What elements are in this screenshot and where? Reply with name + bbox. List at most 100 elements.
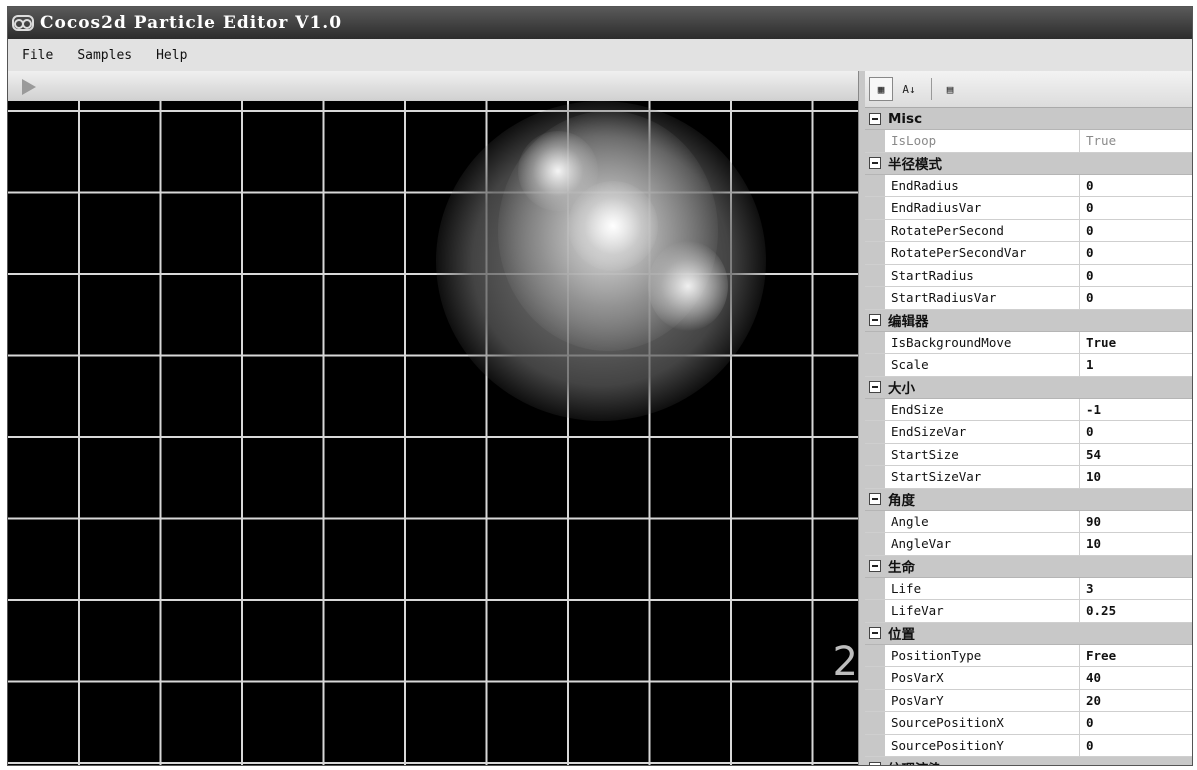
particle-highlight [648,241,728,331]
property-row[interactable]: PosVarY 20 [865,689,1192,712]
collapse-icon[interactable] [869,112,881,125]
row-gutter [865,398,885,420]
property-category[interactable]: 纹理渲染 [865,757,1192,765]
property-category[interactable]: 生命 [865,555,1192,578]
property-value[interactable]: 0 [1080,268,1094,283]
property-name: RotatePerSecond [885,219,1080,241]
category-label: 编辑器 [888,314,929,330]
property-row[interactable]: EndSizeVar 0 [865,421,1192,444]
property-value[interactable]: True [1080,133,1116,148]
property-row[interactable]: EndRadiusVar 0 [865,197,1192,220]
property-row[interactable]: PosVarX 40 [865,667,1192,690]
category-label: 生命 [888,560,915,576]
collapse-icon[interactable] [869,157,881,169]
property-value[interactable]: 10 [1080,536,1101,551]
collapse-icon[interactable] [869,560,881,572]
property-category[interactable]: 编辑器 [865,309,1192,332]
row-gutter [865,734,885,756]
property-name: IsLoop [885,130,1080,152]
property-name: StartRadiusVar [885,287,1080,309]
property-category[interactable]: 角度 [865,488,1192,511]
row-gutter [865,510,885,532]
menu-file[interactable]: File [8,48,63,63]
row-gutter [865,712,885,734]
property-name: AngleVar [885,533,1080,555]
title-bar: Cocos2d Particle Editor V1.0 [8,7,1192,39]
property-value[interactable]: 0 [1080,715,1094,730]
property-value[interactable]: 0 [1080,424,1094,439]
property-category[interactable]: Misc [865,108,1192,130]
property-value[interactable]: 40 [1080,670,1101,685]
property-row[interactable]: StartRadiusVar 0 [865,287,1192,310]
property-row[interactable]: SourcePositionX 0 [865,712,1192,735]
menu-samples[interactable]: Samples [63,48,142,63]
property-name: EndSize [885,398,1080,420]
property-grid-panel: ▦ A↓ ▤ Misc IsLoop True 半径模式 EndRadius 0 EndRa… [865,71,1192,765]
property-row[interactable]: AngleVar 10 [865,533,1192,556]
property-name: SourcePositionY [885,734,1080,756]
property-value[interactable]: 54 [1080,447,1101,462]
play-icon[interactable] [22,79,36,95]
particle-canvas[interactable]: 2 [8,101,858,765]
categorized-icon[interactable]: ▦ [869,77,893,101]
collapse-icon[interactable] [869,627,881,639]
property-name: EndSizeVar [885,421,1080,443]
property-row[interactable]: StartSizeVar 10 [865,466,1192,489]
property-pages-icon[interactable]: ▤ [938,77,962,101]
property-row[interactable]: Angle 90 [865,510,1192,533]
row-gutter [865,354,885,376]
row-gutter [865,130,885,152]
property-row[interactable]: Life 3 [865,577,1192,600]
property-grid: Misc IsLoop True 半径模式 EndRadius 0 EndRadiusVar… [865,108,1192,765]
property-value[interactable]: 3 [1080,581,1094,596]
property-category[interactable]: 位置 [865,622,1192,645]
property-row[interactable]: StartRadius 0 [865,264,1192,287]
category-label: Misc [888,110,923,127]
property-value[interactable]: 0 [1080,223,1094,238]
property-name: PosVarX [885,667,1080,689]
property-row[interactable]: StartSize 54 [865,443,1192,466]
property-name: Scale [885,354,1080,376]
property-name: EndRadiusVar [885,197,1080,219]
property-category[interactable]: 半径模式 [865,152,1192,175]
property-value[interactable]: 0 [1080,290,1094,305]
collapse-icon[interactable] [869,314,881,326]
property-value[interactable]: 0 [1080,200,1094,215]
property-row[interactable]: RotatePerSecond 0 [865,219,1192,242]
alphabetical-sort-icon[interactable]: A↓ [897,77,921,101]
collapse-icon[interactable] [869,493,881,505]
property-value[interactable]: 0 [1080,178,1094,193]
property-grid-toolbar: ▦ A↓ ▤ [865,71,1192,108]
gamepad-icon [12,15,34,31]
property-value[interactable]: 1 [1080,357,1094,372]
property-value[interactable]: 0 [1080,738,1094,753]
property-value[interactable]: 20 [1080,693,1101,708]
row-gutter [865,174,885,196]
property-value[interactable]: Free [1080,648,1116,663]
property-value[interactable]: 10 [1080,469,1101,484]
property-row[interactable]: IsBackgroundMove True [865,331,1192,354]
menu-help[interactable]: Help [142,48,197,63]
property-row[interactable]: Scale 1 [865,354,1192,377]
property-value[interactable]: 0.25 [1080,603,1116,618]
property-row[interactable]: IsLoop True [865,130,1192,153]
property-value[interactable]: True [1080,335,1116,350]
property-value[interactable]: -1 [1080,402,1101,417]
property-row[interactable]: EndRadius 0 [865,174,1192,197]
property-row[interactable]: PositionType Free [865,644,1192,667]
property-row[interactable]: RotatePerSecondVar 0 [865,242,1192,265]
property-category[interactable]: 大小 [865,376,1192,399]
property-row[interactable]: SourcePositionY 0 [865,734,1192,757]
property-name: StartSize [885,443,1080,465]
property-row[interactable]: LifeVar 0.25 [865,600,1192,623]
property-row[interactable]: EndSize -1 [865,398,1192,421]
collapse-icon[interactable] [869,761,881,765]
property-value[interactable]: 90 [1080,514,1101,529]
category-label: 半径模式 [888,157,942,173]
category-label: 纹理渲染 [888,758,942,766]
toolbar-separator [931,78,932,100]
collapse-icon[interactable] [869,381,881,393]
property-value[interactable]: 0 [1080,245,1094,260]
row-gutter [865,644,885,666]
row-gutter [865,689,885,711]
